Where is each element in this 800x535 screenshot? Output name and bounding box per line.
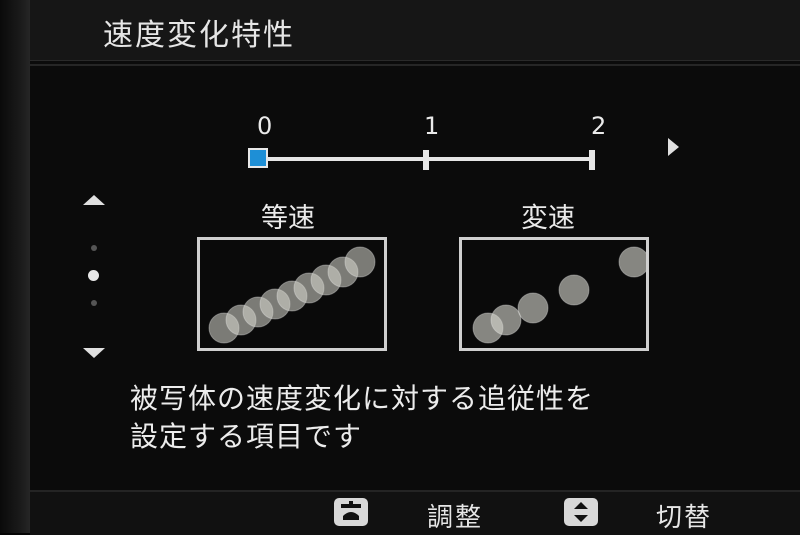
page-dot-3	[91, 300, 97, 306]
description-line-2: 設定する項目です	[130, 420, 363, 453]
wheel-icon[interactable]	[334, 498, 368, 526]
screen-bezel	[0, 0, 30, 533]
slider-knob[interactable]	[248, 148, 268, 168]
header-divider	[30, 64, 800, 66]
arrow-up-icon[interactable]	[83, 195, 105, 205]
description-line-1: 被写体の速度変化に対する追従性を	[130, 382, 595, 415]
switch-label: 切替	[656, 503, 713, 533]
slider-tick-1	[423, 150, 429, 170]
variable-speed-illustration	[472, 246, 650, 344]
scale-label-1: 1	[424, 112, 440, 140]
label-constant-speed: 等速	[261, 203, 315, 234]
preview-constant-speed	[197, 237, 387, 351]
arrow-down-icon[interactable]	[83, 348, 105, 358]
preview-variable-speed	[459, 237, 650, 351]
label-variable-speed: 変速	[521, 203, 575, 234]
arrow-right-icon[interactable]	[668, 138, 679, 156]
slider-tick-2	[589, 150, 595, 170]
constant-speed-illustration	[208, 246, 376, 344]
description: 被写体の速度変化に対する追従性を 設定する項目です	[130, 380, 594, 456]
adjust-label: 調整	[427, 503, 484, 533]
page-dot-2-active	[88, 270, 99, 281]
scale-label-0: 0	[257, 112, 273, 140]
page-dot-1	[91, 245, 97, 251]
scale-label-2: 2	[591, 112, 607, 140]
page-title: 速度変化特性	[103, 18, 295, 53]
updown-icon[interactable]	[564, 498, 598, 526]
